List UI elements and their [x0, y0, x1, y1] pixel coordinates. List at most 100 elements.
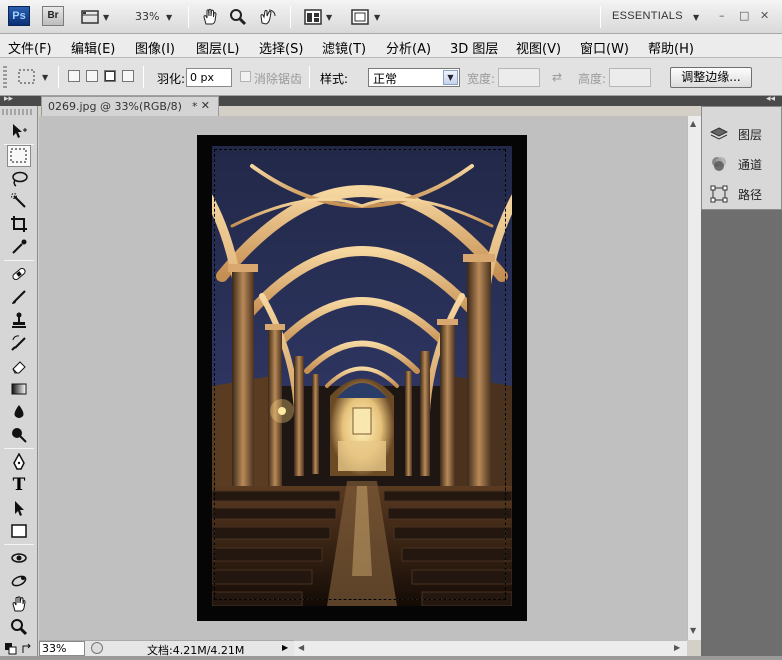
chevron-down-icon[interactable]: ▼	[326, 13, 332, 22]
chevron-down-icon[interactable]: ▼	[693, 13, 699, 22]
path-select-tool[interactable]	[7, 497, 31, 519]
zoom-input[interactable]: 33%	[39, 641, 85, 656]
minimize-button[interactable]: –	[719, 9, 725, 22]
lasso-tool[interactable]	[7, 168, 31, 190]
rotate-view-button[interactable]	[257, 7, 277, 27]
type-tool[interactable]: T	[7, 474, 31, 496]
antialias-checkbox[interactable]	[240, 71, 251, 82]
workspace-switcher[interactable]: ESSENTIALS	[612, 10, 683, 22]
gradient-icon	[11, 383, 27, 395]
document-tab[interactable]: 0269.jpg @ 33%(RGB/8) * ✕	[41, 96, 219, 116]
eraser-tool[interactable]	[7, 355, 31, 377]
zoom-tool[interactable]	[7, 616, 31, 638]
history-brush-tool[interactable]	[7, 332, 31, 354]
menu-image[interactable]: 图像(I)	[135, 38, 175, 57]
zoom-tool-button[interactable]	[228, 7, 248, 27]
pen-tool[interactable]	[7, 451, 31, 473]
panel-paths[interactable]: 路径	[710, 183, 780, 205]
zoom-level-dropdown[interactable]: 33%	[135, 10, 159, 23]
scroll-up-icon[interactable]: ▲	[690, 119, 696, 128]
history-brush-icon	[11, 335, 26, 351]
divider	[58, 66, 59, 88]
scroll-left-icon[interactable]: ◀	[298, 643, 304, 652]
menu-layer[interactable]: 图层(L)	[196, 38, 239, 57]
quick-select-tool[interactable]	[7, 190, 31, 212]
new-selection-button[interactable]	[68, 70, 80, 82]
menu-analysis[interactable]: 分析(A)	[386, 38, 431, 57]
tool-preset-picker[interactable]	[18, 69, 36, 88]
layers-icon	[710, 127, 728, 140]
swap-dimensions-icon[interactable]: ⇄	[552, 70, 562, 84]
hand-tool[interactable]	[7, 593, 31, 615]
dodge-tool[interactable]	[7, 424, 31, 446]
rectangle-shape-tool[interactable]	[7, 520, 31, 542]
blur-tool[interactable]	[7, 401, 31, 423]
intersect-selection-button[interactable]	[122, 70, 134, 82]
document-canvas-area[interactable]	[39, 116, 687, 640]
eraser-icon	[12, 361, 26, 374]
arrange-documents-button[interactable]	[303, 7, 323, 27]
zoom-icon	[11, 619, 28, 636]
panel-layers[interactable]: 图层	[710, 123, 780, 145]
document-tab-title: 0269.jpg @ 33%(RGB/8)	[48, 100, 182, 113]
height-input[interactable]	[609, 68, 651, 87]
chevron-down-icon[interactable]: ▼	[103, 13, 109, 22]
clone-stamp-tool[interactable]	[7, 309, 31, 331]
menu-file[interactable]: 文件(F)	[8, 38, 52, 57]
vertical-scrollbar[interactable]: ▲ ▼	[687, 116, 701, 640]
style-dropdown[interactable]: 正常 ▼	[368, 68, 460, 87]
menu-window[interactable]: 窗口(W)	[580, 38, 629, 57]
status-info-icon[interactable]	[91, 642, 103, 654]
panel-channels[interactable]: 通道	[710, 153, 780, 175]
menu-select[interactable]: 选择(S)	[259, 38, 303, 57]
width-input[interactable]	[498, 68, 540, 87]
options-grip[interactable]	[3, 66, 7, 88]
menu-view[interactable]: 视图(V)	[516, 38, 561, 57]
3d-orbit-icon	[11, 575, 27, 587]
expand-tools-icon[interactable]: ▸▸	[4, 94, 13, 104]
panels-dock: 图层 通道 路径	[701, 106, 782, 660]
chevron-down-icon[interactable]: ▼	[443, 70, 458, 85]
move-tool[interactable]	[7, 120, 31, 142]
brush-tool[interactable]	[7, 286, 31, 308]
rect-marquee-tool[interactable]	[7, 145, 31, 167]
menu-edit[interactable]: 编辑(E)	[71, 38, 115, 57]
scroll-down-icon[interactable]: ▼	[690, 626, 696, 635]
crop-icon	[11, 216, 27, 232]
gradient-tool[interactable]	[7, 378, 31, 400]
tools-grip[interactable]	[2, 109, 34, 115]
3d-orbit-tool[interactable]	[7, 570, 31, 592]
feather-input[interactable]	[186, 68, 232, 87]
subtract-from-selection-button[interactable]	[104, 70, 116, 82]
menu-filter[interactable]: 滤镜(T)	[322, 38, 366, 57]
horizontal-scrollbar[interactable]: ◀ ▶	[294, 640, 687, 656]
refine-edge-button[interactable]: 调整边缘...	[670, 67, 752, 88]
chevron-down-icon[interactable]: ▼	[166, 13, 172, 22]
panel-channels-label: 通道	[738, 158, 763, 172]
chevron-down-icon[interactable]: ▼	[42, 73, 48, 82]
chevron-down-icon[interactable]: ▼	[374, 13, 380, 22]
bridge-launch-button[interactable]: Br	[42, 6, 64, 26]
crop-tool[interactable]	[7, 213, 31, 235]
divider	[309, 66, 310, 88]
close-tab-icon[interactable]: ✕	[201, 99, 210, 112]
screen-mode-button[interactable]	[350, 7, 370, 27]
view-extras-button[interactable]	[80, 7, 100, 27]
restore-button[interactable]: □	[739, 9, 749, 22]
collapse-panels-icon[interactable]: ◂◂	[766, 94, 775, 104]
divider	[290, 6, 291, 28]
menu-help[interactable]: 帮助(H)	[648, 38, 694, 57]
scroll-right-icon[interactable]: ▶	[674, 643, 680, 652]
add-to-selection-button[interactable]	[86, 70, 98, 82]
hand-tool-button[interactable]	[200, 7, 220, 27]
healing-brush-tool[interactable]	[7, 263, 31, 285]
panel-paths-label: 路径	[738, 188, 763, 202]
3d-rotate-tool[interactable]	[7, 547, 31, 569]
rect-marquee-icon	[10, 148, 27, 163]
paths-icon	[710, 185, 728, 203]
status-menu-arrow-icon[interactable]: ▶	[282, 643, 288, 652]
eyedropper-tool[interactable]	[7, 236, 31, 258]
menu-3d[interactable]: 3D 图层	[450, 38, 498, 57]
collapsed-panels: 图层 通道 路径	[701, 106, 782, 210]
close-button[interactable]: ✕	[760, 9, 769, 22]
